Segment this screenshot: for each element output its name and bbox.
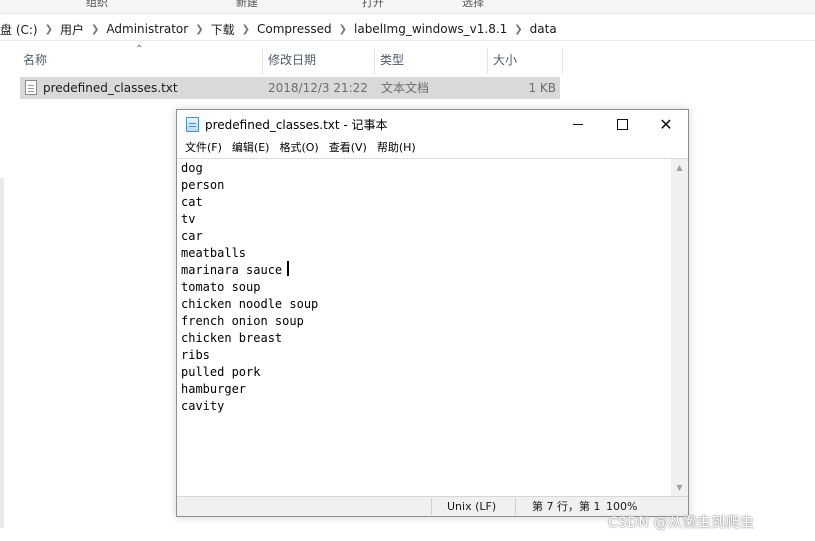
notepad-window[interactable]: predefined_classes.txt - 记事本 ✕ 文件(F) 编辑(…: [176, 109, 689, 517]
breadcrumb: 盘 (C:) ❯ 用户 ❯ Administrator ❯ 下载 ❯ Compr…: [0, 20, 561, 38]
text-line: ribs: [181, 348, 210, 362]
text-file-icon: [25, 80, 37, 95]
text-line: chicken breast: [181, 331, 283, 345]
close-button[interactable]: ✕: [644, 110, 688, 138]
text-line: tv: [181, 212, 196, 226]
chevron-right-icon[interactable]: ❯: [42, 24, 56, 35]
ribbon-organize-button[interactable]: 组织: [86, 0, 108, 10]
navigation-pane-edge: [0, 178, 4, 528]
text-line: cavity: [181, 399, 225, 413]
status-divider: [515, 498, 516, 515]
menu-view[interactable]: 查看(V): [324, 138, 372, 158]
menu-file[interactable]: 文件(F): [180, 138, 227, 158]
ribbon-select-button[interactable]: 选择: [462, 0, 484, 10]
menu-bar: 文件(F) 编辑(E) 格式(O) 查看(V) 帮助(H): [177, 138, 688, 158]
close-icon: ✕: [659, 114, 673, 134]
file-type: 文本文档: [381, 81, 430, 95]
file-name: predefined_classes.txt: [43, 81, 178, 95]
status-line-ending: Unix (LF): [447, 500, 497, 513]
file-size: 1 KB: [528, 81, 556, 95]
column-header-type[interactable]: 类型: [375, 48, 488, 74]
ribbon-new-button[interactable]: 新建: [236, 0, 258, 10]
column-header-name[interactable]: 名称: [18, 48, 263, 74]
breadcrumb-item-labelimg[interactable]: labelImg_windows_v1.8.1: [350, 22, 511, 36]
menu-edit[interactable]: 编辑(E): [227, 138, 275, 158]
breadcrumb-item-compressed[interactable]: Compressed: [253, 22, 336, 36]
text-editor[interactable]: dog person cat tv car meatballs marinara…: [177, 158, 671, 496]
text-line: cat: [181, 195, 203, 209]
watermark: CSDN @从懒虫到爬虫: [608, 515, 754, 531]
text-line: pulled pork: [181, 365, 261, 379]
breadcrumb-item-administrator[interactable]: Administrator: [102, 22, 192, 36]
menu-format[interactable]: 格式(O): [274, 138, 323, 158]
text-line: chicken noodle soup: [181, 297, 319, 311]
text-line: car: [181, 229, 203, 243]
file-list-header: 名称 修改日期 类型 大小: [18, 48, 578, 74]
scroll-up-icon[interactable]: ▲: [671, 159, 688, 176]
text-line: person: [181, 178, 225, 192]
address-bar[interactable]: 盘 (C:) ❯ 用户 ❯ Administrator ❯ 下载 ❯ Compr…: [0, 17, 815, 41]
scroll-down-icon[interactable]: ▼: [671, 479, 688, 496]
text-line: meatballs: [181, 246, 247, 260]
notepad-icon[interactable]: [186, 117, 199, 132]
editor-content: dog person cat tv car meatballs marinara…: [181, 160, 318, 415]
chevron-right-icon[interactable]: ❯: [336, 24, 350, 35]
chevron-right-icon[interactable]: ❯: [88, 24, 102, 35]
text-line: marinara sauce: [181, 263, 283, 277]
column-header-modified[interactable]: 修改日期: [263, 48, 375, 74]
chevron-right-icon[interactable]: ❯: [239, 24, 253, 35]
breadcrumb-item-drive[interactable]: 盘 (C:): [0, 21, 42, 38]
minimize-button[interactable]: [556, 110, 600, 138]
text-caret: [287, 261, 289, 276]
window-title: predefined_classes.txt - 记事本: [205, 118, 388, 132]
column-header-size[interactable]: 大小: [488, 48, 563, 74]
chevron-right-icon[interactable]: ❯: [511, 24, 525, 35]
ribbon-open-button[interactable]: 打开: [362, 0, 384, 10]
menu-help[interactable]: 帮助(H): [372, 138, 421, 158]
vertical-scrollbar[interactable]: ▲ ▼: [671, 158, 688, 496]
text-line: tomato soup: [181, 280, 261, 294]
notepad-titlebar[interactable]: predefined_classes.txt - 记事本 ✕: [177, 110, 688, 138]
file-list-row[interactable]: predefined_classes.txt 2018/12/3 21:22 文…: [20, 77, 560, 99]
file-modified: 2018/12/3 21:22: [268, 81, 368, 95]
status-divider: [431, 498, 432, 515]
chevron-right-icon[interactable]: ❯: [192, 24, 206, 35]
maximize-button[interactable]: [600, 110, 644, 138]
status-cursor-position: 第 7 行，第 1: [532, 500, 601, 513]
text-line: french onion soup: [181, 314, 304, 328]
text-line: hamburger: [181, 382, 247, 396]
ribbon-strip: 组织 新建 打开 选择: [0, 0, 815, 14]
breadcrumb-item-data[interactable]: data: [526, 22, 561, 36]
text-line: dog: [181, 161, 203, 175]
breadcrumb-item-users[interactable]: 用户: [56, 21, 88, 38]
breadcrumb-item-downloads[interactable]: 下载: [207, 21, 239, 38]
